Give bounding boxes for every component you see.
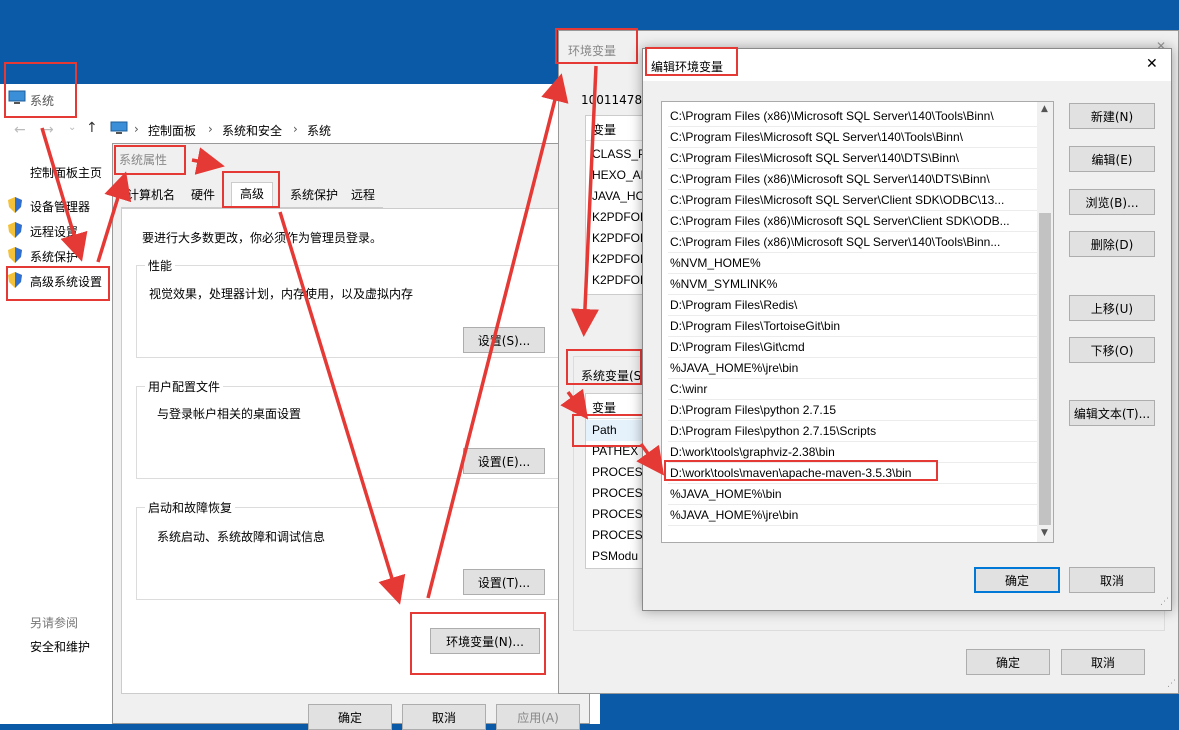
- arrow: [40, 127, 88, 262]
- arrow: [191, 147, 225, 175]
- annotation-arrows: [40, 65, 665, 605]
- arrow: [570, 65, 599, 337]
- arrow: [560, 388, 589, 420]
- arrow: [278, 211, 406, 605]
- arrow: [426, 73, 569, 599]
- arrow: [96, 171, 132, 263]
- arrow: [636, 442, 665, 476]
